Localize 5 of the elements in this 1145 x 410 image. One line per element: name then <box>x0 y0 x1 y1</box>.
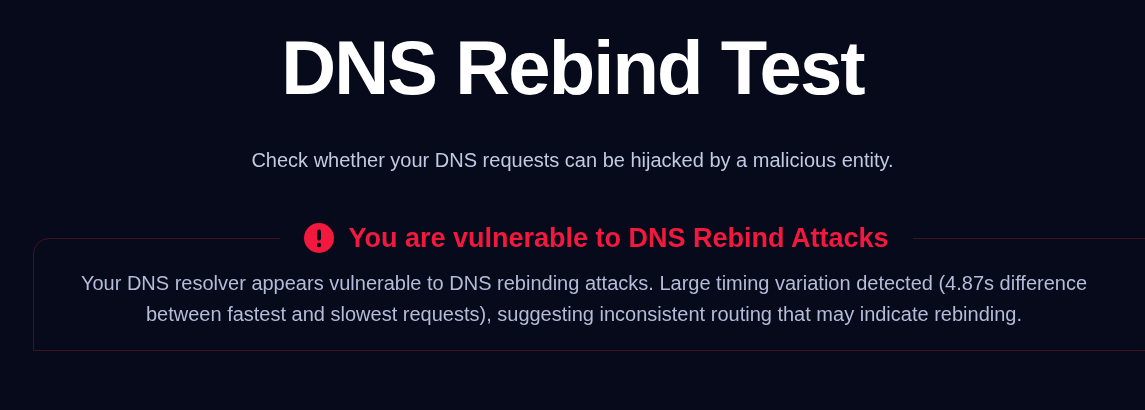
page-title: DNS Rebind Test <box>281 24 864 112</box>
result-message: Your DNS resolver appears vulnerable to DNS rebinding attacks. Large timing variation detected (4.87s difference between fastest and slowest requests), suggesting inconsistent routing that may indicate rebinding. <box>79 271 1089 327</box>
page-subtitle: Check whether your DNS requests can be hijacked by a malicious entity. <box>251 148 894 173</box>
alert-icon <box>304 223 335 253</box>
result-heading: You are vulnerable to DNS Rebind Attacks <box>348 222 889 255</box>
